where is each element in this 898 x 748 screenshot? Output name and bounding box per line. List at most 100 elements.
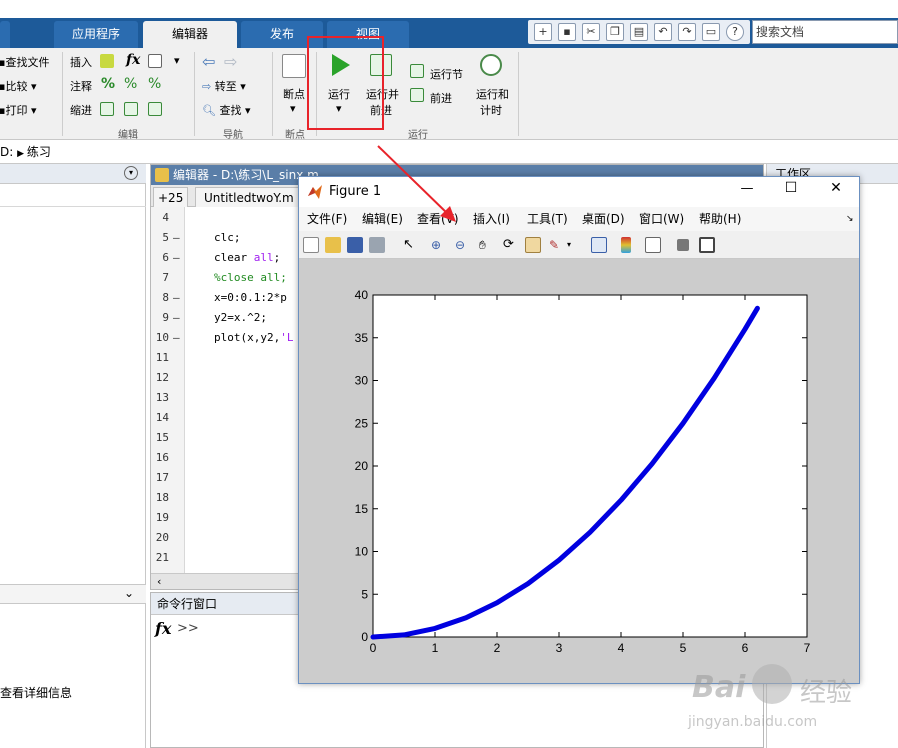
- legend-icon[interactable]: [645, 237, 661, 253]
- tab-untitledtwoy[interactable]: UntitledtwoY.m: [195, 187, 303, 207]
- chevron-down-icon[interactable]: ⌄: [124, 586, 134, 600]
- code-line[interactable]: clc;: [214, 231, 241, 244]
- drive-label[interactable]: D:: [0, 145, 13, 159]
- chevron-down-icon[interactable]: ▾: [290, 102, 296, 115]
- goto-button[interactable]: ⇨ 转至 ▾: [202, 78, 246, 94]
- chevron-down-icon[interactable]: ▾: [174, 54, 180, 67]
- hide-plot-tools-icon[interactable]: [677, 239, 689, 251]
- tab-editor[interactable]: 编辑器: [143, 21, 237, 48]
- minimize-button[interactable]: —: [737, 181, 757, 203]
- tab-home[interactable]: [0, 21, 10, 48]
- search-input[interactable]: 搜索文档: [752, 20, 898, 44]
- zoom-in-icon[interactable]: ⊕: [431, 237, 447, 253]
- line-number: 16: [155, 451, 169, 464]
- fx-button[interactable]: fx: [126, 52, 140, 68]
- tab-apps[interactable]: 应用程序: [54, 21, 138, 48]
- run-time-label-1[interactable]: 运行和: [476, 86, 509, 102]
- find-button[interactable]: 🔍︎ 查找 ▾: [202, 102, 251, 118]
- open-folder-icon[interactable]: [325, 237, 341, 253]
- comment-button[interactable]: 注释: [70, 78, 92, 94]
- close-button[interactable]: ✕: [825, 180, 847, 202]
- code-line[interactable]: x=0:0.1:2*p: [214, 291, 287, 304]
- breakpoints-icon[interactable]: [282, 54, 306, 78]
- dock-arrow-icon[interactable]: ↘: [846, 207, 854, 231]
- comment-percent-icon[interactable]: %: [101, 76, 115, 92]
- menu-window[interactable]: 窗口(W): [639, 207, 684, 231]
- breakpoints-button[interactable]: 断点: [283, 86, 305, 102]
- undo-icon[interactable]: ↶: [654, 23, 672, 41]
- quick-access-toolbar: + ▪ ✂ ❐ ▤ ↶ ↷ ▭ ?: [528, 20, 750, 44]
- timer-icon[interactable]: [480, 54, 502, 76]
- switch-window-icon[interactable]: ▭: [702, 23, 720, 41]
- code-line[interactable]: %close all;: [214, 271, 287, 284]
- breadcrumb-folder[interactable]: 练习: [27, 145, 51, 159]
- paste-icon[interactable]: ▤: [630, 23, 648, 41]
- code-line[interactable]: plot(x,y2,'L: [214, 331, 293, 344]
- search-icon: 🔍︎: [202, 104, 216, 117]
- compare-button[interactable]: ▪比较 ▾: [0, 78, 37, 94]
- panel-menu-icon[interactable]: ▾: [124, 166, 138, 180]
- forward-arrow-icon[interactable]: ⇨: [224, 52, 237, 71]
- details-header[interactable]: ⌄: [0, 584, 146, 604]
- ribbon-separator: [194, 52, 195, 136]
- run-section-icon[interactable]: [410, 64, 424, 78]
- command-prompt[interactable]: >>: [177, 621, 199, 636]
- advance-icon[interactable]: [410, 88, 424, 102]
- watermark-brand-cn: 经验: [800, 678, 853, 708]
- save-icon[interactable]: [347, 237, 363, 253]
- help-icon[interactable]: ?: [726, 23, 744, 41]
- find-files-button[interactable]: ▪查找文件: [0, 54, 49, 70]
- new-icon[interactable]: +: [534, 23, 552, 41]
- smart-indent-icon[interactable]: [100, 102, 114, 116]
- brush-icon[interactable]: ✎: [549, 237, 565, 253]
- uncomment-icon[interactable]: %: [124, 76, 137, 92]
- code-line[interactable]: clear all;: [214, 251, 280, 264]
- insert-icon[interactable]: [100, 54, 114, 68]
- print-icon[interactable]: [369, 237, 385, 253]
- indent-decrease-icon[interactable]: [148, 102, 162, 116]
- menu-file[interactable]: 文件(F): [307, 207, 347, 231]
- save-icon[interactable]: ▪: [558, 23, 576, 41]
- redo-icon[interactable]: ↷: [678, 23, 696, 41]
- menu-help[interactable]: 帮助(H): [699, 207, 741, 231]
- scroll-left-icon[interactable]: ‹: [157, 575, 161, 588]
- insert-button[interactable]: 插入: [70, 54, 92, 70]
- menu-desktop[interactable]: 桌面(D): [582, 207, 625, 231]
- data-cursor-icon[interactable]: [525, 237, 541, 253]
- tab-overflow[interactable]: +25: [153, 187, 189, 207]
- menu-tools[interactable]: 工具(T): [527, 207, 568, 231]
- maximize-button[interactable]: ☐: [781, 180, 801, 202]
- colorbar-icon[interactable]: [621, 237, 631, 253]
- run-time-label-2[interactable]: 计时: [480, 102, 502, 118]
- cut-icon[interactable]: ✂: [582, 23, 600, 41]
- line-executable-marker[interactable]: –: [173, 251, 180, 264]
- show-plot-tools-icon[interactable]: [699, 237, 715, 253]
- function-icon[interactable]: [148, 54, 162, 68]
- new-figure-icon[interactable]: [303, 237, 319, 253]
- copy-icon[interactable]: ❐: [606, 23, 624, 41]
- run-section-button[interactable]: 运行节: [430, 66, 463, 82]
- fx-icon[interactable]: fx: [155, 619, 171, 638]
- wrap-comment-icon[interactable]: %: [148, 76, 161, 92]
- plot-canvas[interactable]: 0 1 2 3 4 5 6 7 0 5 10 15 20 25 30 35 40: [299, 259, 859, 683]
- code-line[interactable]: y2=x.^2;: [214, 311, 267, 324]
- line-executable-marker[interactable]: –: [173, 231, 180, 244]
- menu-insert[interactable]: 插入(I): [473, 207, 510, 231]
- chevron-down-icon[interactable]: ▾: [567, 237, 583, 253]
- line-executable-marker[interactable]: –: [173, 311, 180, 324]
- indent-increase-icon[interactable]: [124, 102, 138, 116]
- advance-button[interactable]: 前进: [430, 90, 452, 106]
- zoom-out-icon[interactable]: ⊖: [455, 237, 471, 253]
- pointer-icon[interactable]: ↖: [403, 237, 419, 253]
- line-executable-marker[interactable]: –: [173, 291, 180, 304]
- line-executable-marker[interactable]: –: [173, 331, 180, 344]
- current-folder-panel: ▾ ⌄ 查看详细信息: [0, 164, 146, 748]
- line-number: 5: [162, 231, 169, 244]
- indent-button[interactable]: 缩进: [70, 102, 92, 118]
- print-button[interactable]: ▪打印 ▾: [0, 102, 37, 118]
- annotation-arrow: [377, 145, 456, 222]
- rotate-3d-icon[interactable]: ⟳: [503, 237, 519, 253]
- pan-hand-icon[interactable]: ✋︎: [479, 237, 495, 253]
- link-plot-icon[interactable]: [591, 237, 607, 253]
- back-arrow-icon[interactable]: ⇦: [202, 52, 215, 71]
